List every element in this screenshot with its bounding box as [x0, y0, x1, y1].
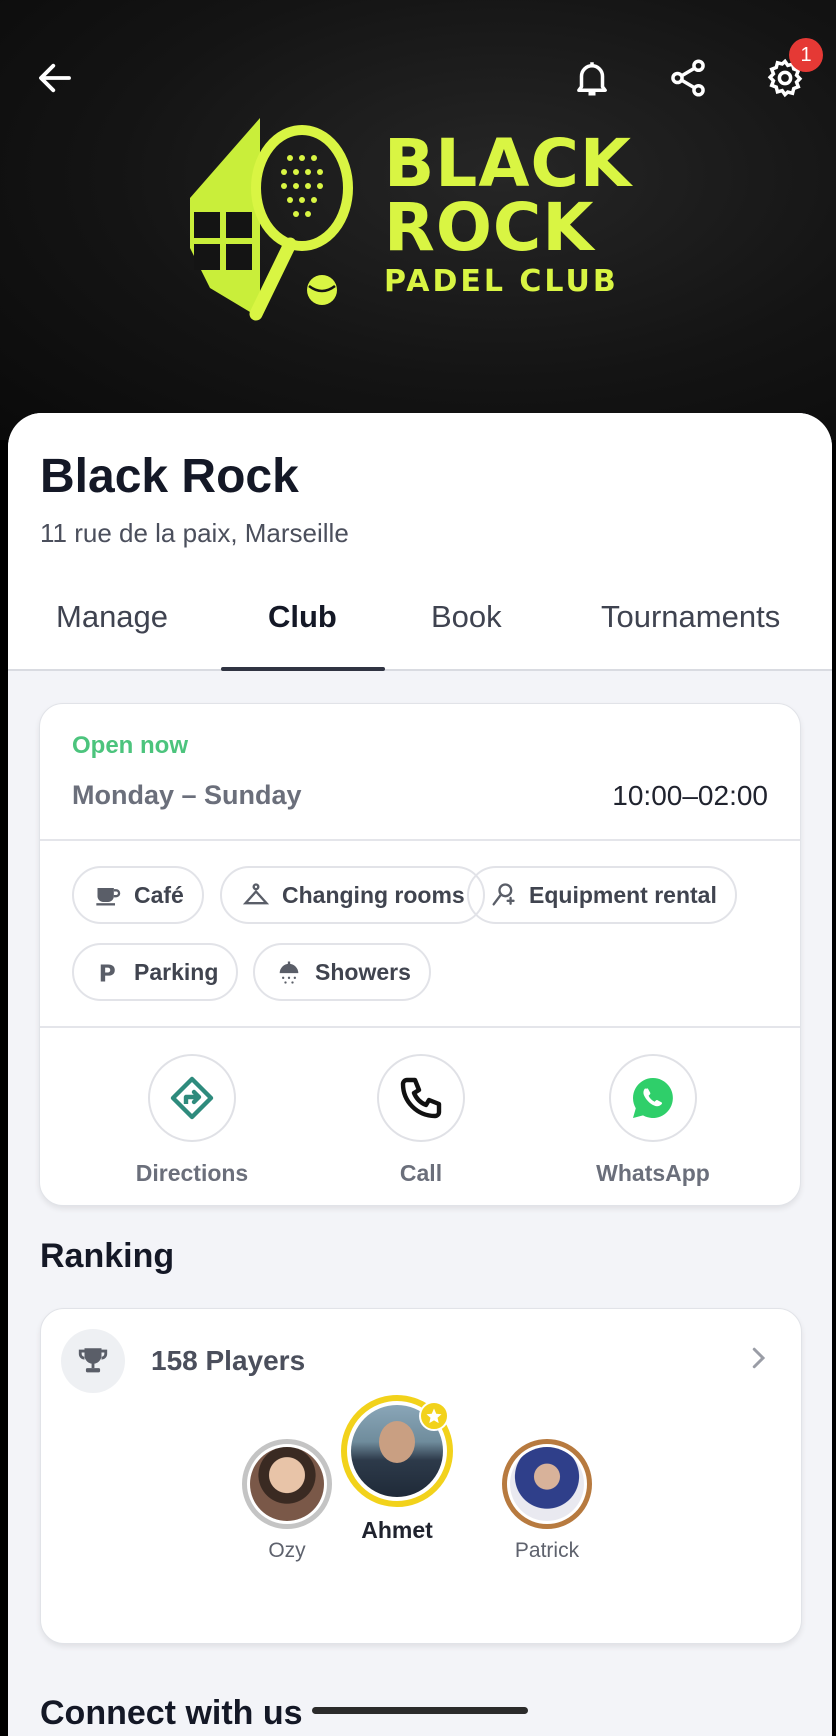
connect-title: Connect with us — [40, 1694, 303, 1732]
player-name: Ahmet — [361, 1517, 433, 1543]
action-label: WhatsApp — [596, 1160, 710, 1186]
notifications-button[interactable] — [562, 48, 622, 108]
divider — [40, 1026, 800, 1028]
club-logo: BLACK ROCK PADEL CLUB — [190, 118, 650, 328]
action-label: Call — [399, 1160, 443, 1186]
amenity-changing-rooms[interactable]: Changing rooms — [220, 866, 485, 924]
tab-tournaments[interactable]: Tournaments — [601, 599, 780, 635]
club-name: Black Rock — [40, 450, 299, 503]
club-header: Black Rock 11 rue de la paix, Marseille … — [8, 413, 832, 671]
share-button[interactable] — [658, 48, 718, 108]
directions-button[interactable]: Directions — [102, 1054, 282, 1187]
phone-icon — [400, 1077, 442, 1119]
padel-racket-logo-icon — [190, 118, 353, 321]
open-status: Open now — [72, 732, 188, 759]
opening-days: Monday – Sunday — [72, 780, 302, 810]
coffee-cup-icon — [96, 888, 121, 906]
avatar — [502, 1439, 592, 1529]
back-arrow-icon — [39, 63, 71, 93]
bell-icon — [577, 62, 607, 96]
club-details-sheet: Black Rock 11 rue de la paix, Marseille … — [8, 413, 832, 1736]
tab-club[interactable]: Club — [268, 599, 337, 635]
club-cover-banner: 1 BLACK ROCK PADEL CLUB — [0, 0, 836, 440]
amenity-showers[interactable]: Showers — [253, 943, 431, 1001]
club-tabs: Manage Club Book Tournaments — [8, 579, 832, 671]
equipment-rental-icon — [492, 883, 515, 906]
settings-button[interactable]: 1 — [755, 38, 823, 108]
podium-player-1[interactable]: Ahmet — [327, 1395, 467, 1544]
amenity-label: Parking — [134, 958, 219, 985]
changing-room-icon — [242, 883, 270, 905]
tab-manage[interactable]: Manage — [56, 599, 168, 635]
star-badge — [419, 1401, 449, 1431]
notification-badge: 1 — [789, 38, 823, 72]
home-indicator[interactable] — [312, 1707, 528, 1714]
tab-book[interactable]: Book — [431, 599, 502, 635]
club-address: 11 rue de la paix, Marseille — [40, 518, 349, 548]
players-count: 158 Players — [151, 1345, 306, 1376]
back-button[interactable] — [25, 48, 85, 108]
ranking-card[interactable]: 158 Players Ozy Ahmet Patrick — [40, 1308, 802, 1644]
active-tab-indicator — [221, 667, 385, 671]
amenity-label: Showers — [315, 958, 411, 985]
amenity-label: Changing rooms — [282, 881, 465, 908]
amenity-equipment-rental[interactable]: Equipment rental — [467, 866, 737, 924]
opening-hours: 10:00–02:00 — [612, 780, 768, 811]
logo-text-rock: ROCK — [384, 189, 595, 266]
action-label: Directions — [135, 1160, 249, 1186]
amenity-label: Equipment rental — [529, 881, 717, 908]
chevron-right-icon[interactable] — [743, 1343, 773, 1373]
logo-text-padel-club: PADEL CLUB — [384, 264, 619, 299]
trophy-icon — [78, 1348, 108, 1373]
podium-player-3[interactable]: Patrick — [486, 1439, 608, 1563]
svg-text:P: P — [99, 959, 116, 986]
avatar — [242, 1439, 332, 1529]
share-icon — [671, 59, 705, 97]
amenity-parking[interactable]: P Parking — [72, 943, 239, 1001]
whatsapp-icon — [633, 1078, 673, 1118]
trophy-badge — [61, 1329, 125, 1393]
ranking-title: Ranking — [40, 1237, 175, 1275]
logo-text-black: BLACK — [384, 125, 633, 202]
shower-icon — [279, 961, 299, 984]
divider — [40, 839, 800, 841]
directions-icon — [170, 1076, 214, 1120]
avatar — [341, 1395, 453, 1507]
club-info-card: Open now Monday – Sunday 10:00–02:00 Caf… — [39, 703, 801, 1206]
player-name: Patrick — [514, 1539, 580, 1562]
amenity-label: Café — [134, 881, 184, 908]
call-button[interactable]: Call — [331, 1054, 511, 1187]
star-icon — [426, 1408, 442, 1424]
amenity-cafe[interactable]: Café — [72, 866, 204, 924]
parking-icon: P — [99, 959, 116, 986]
whatsapp-button[interactable]: WhatsApp — [563, 1054, 743, 1187]
